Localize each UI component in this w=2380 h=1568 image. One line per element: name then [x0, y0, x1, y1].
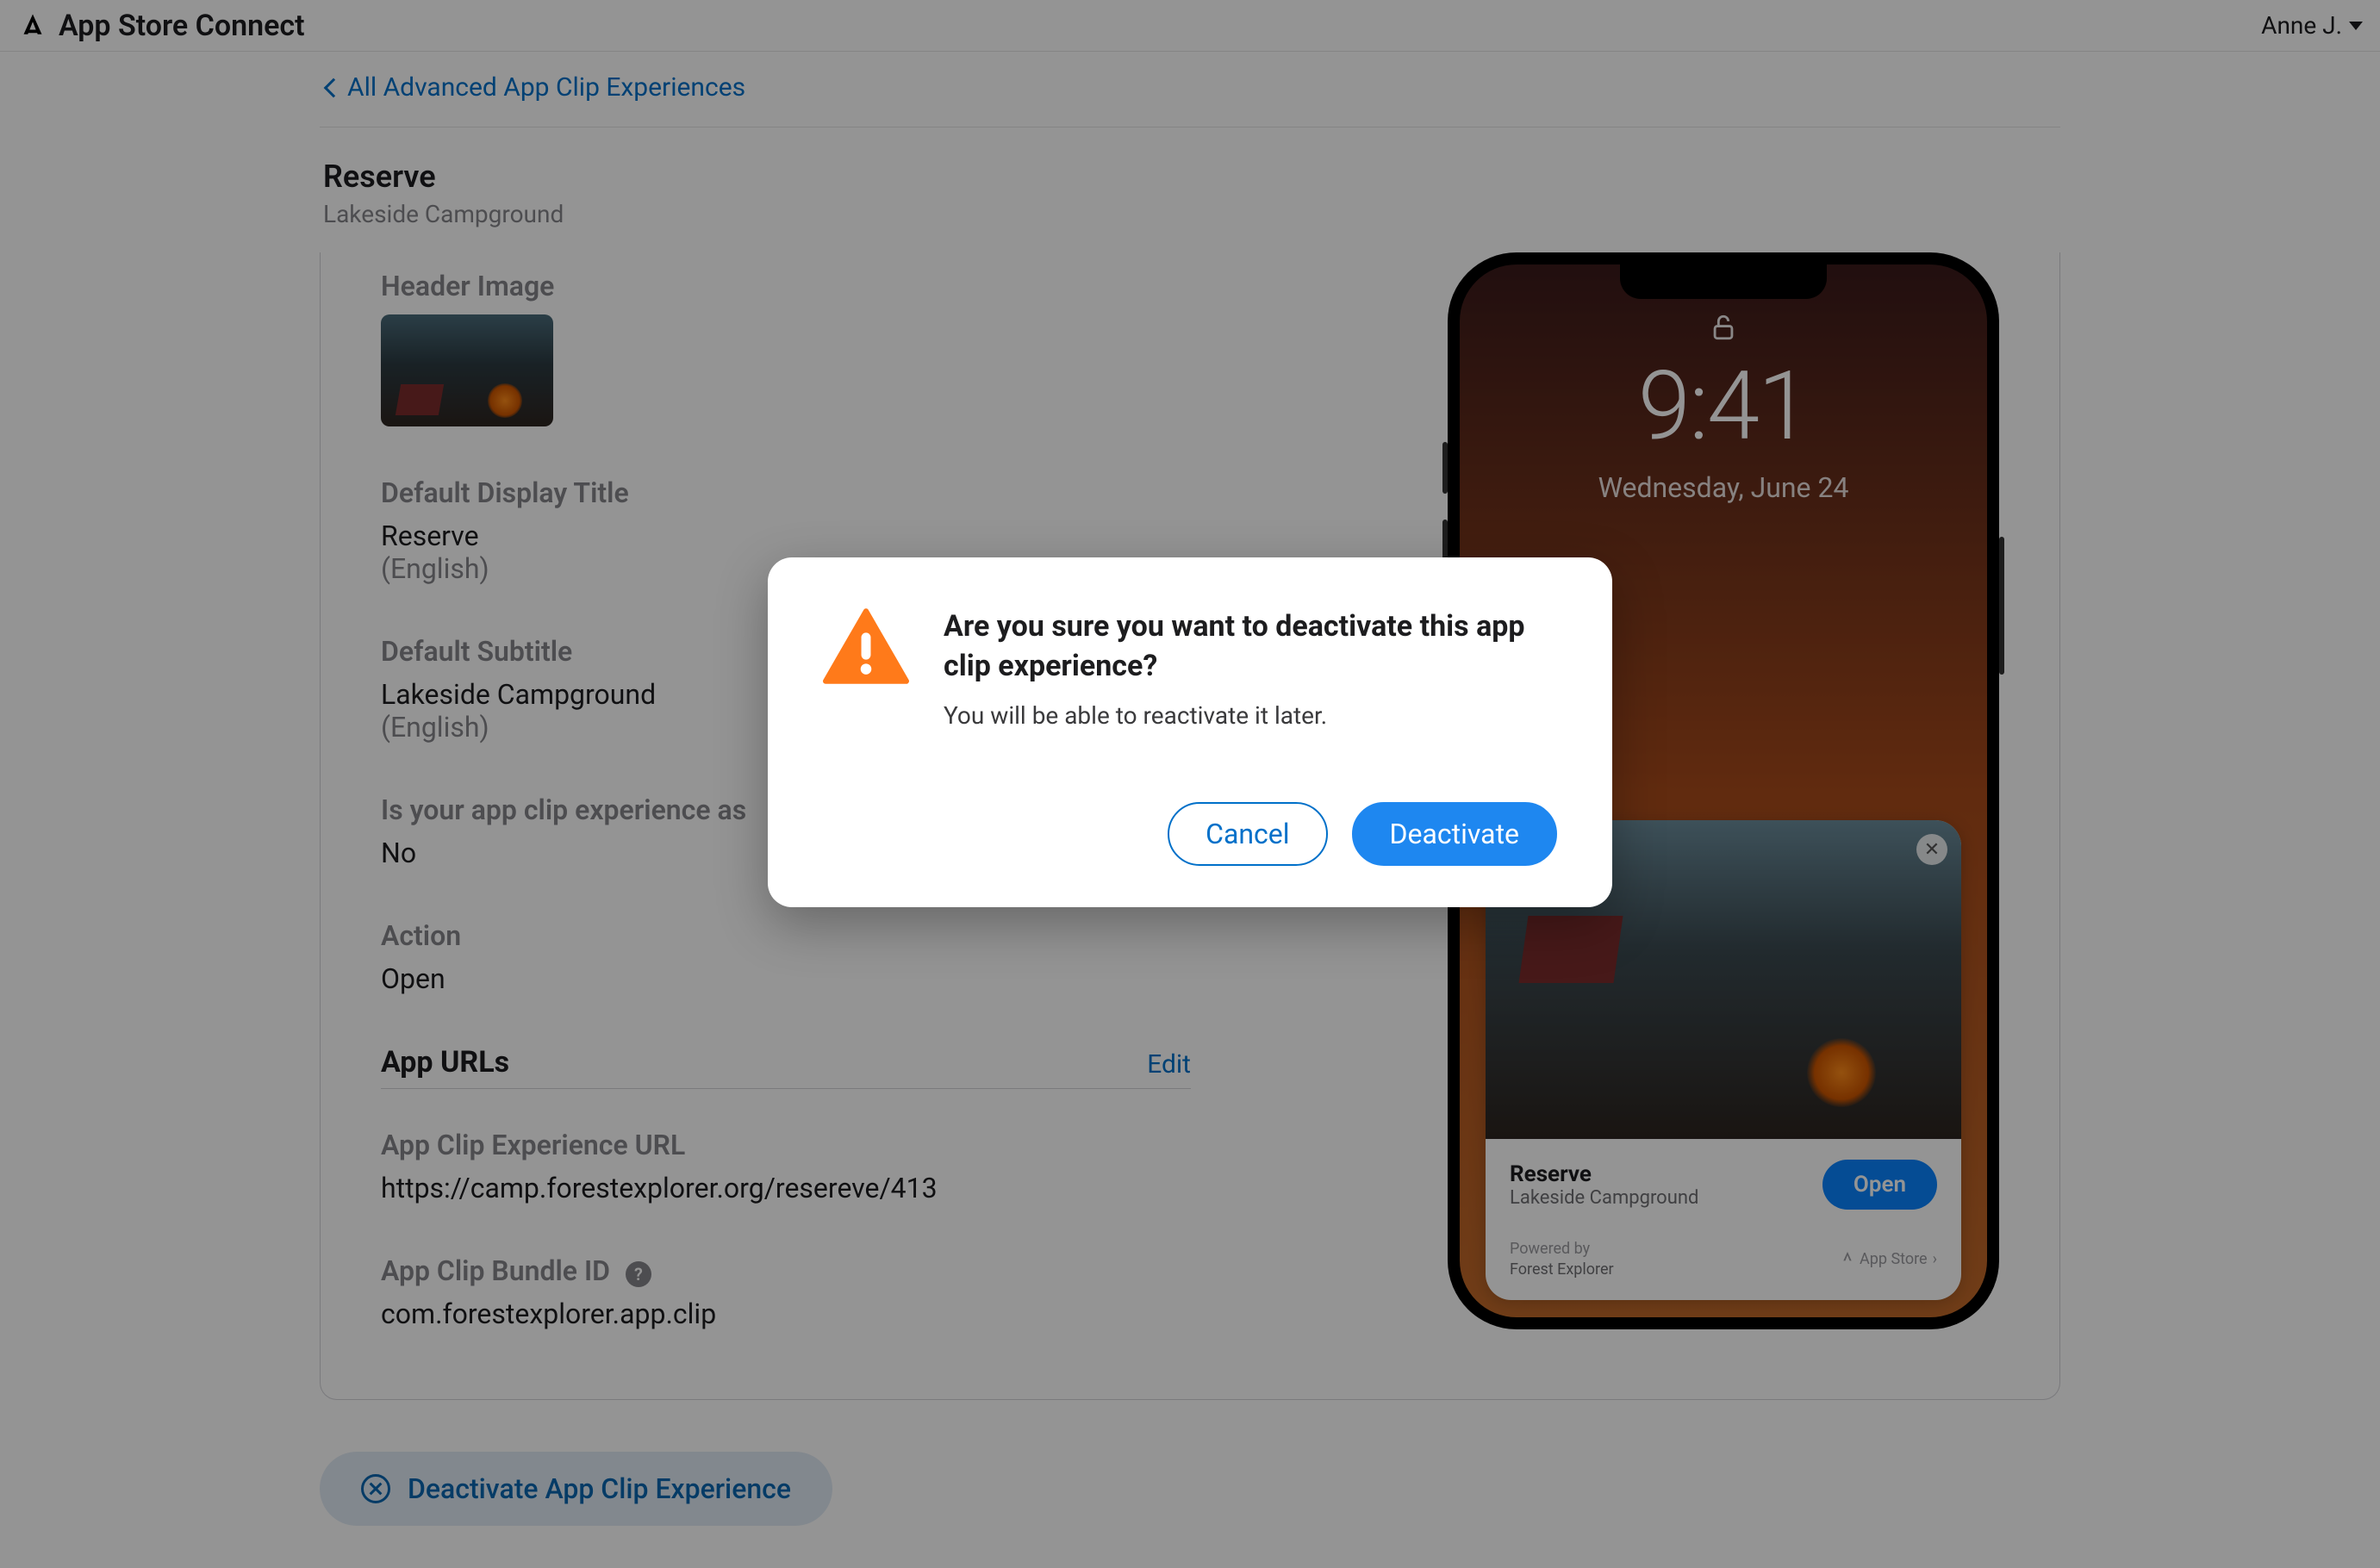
cancel-button[interactable]: Cancel [1168, 802, 1327, 866]
phone-notch [1620, 264, 1827, 299]
modal-overlay[interactable]: Are you sure you want to deactivate this… [0, 0, 2380, 1568]
confirm-deactivate-button[interactable]: Deactivate [1352, 802, 1557, 866]
modal-title: Are you sure you want to deactivate this… [944, 607, 1557, 687]
warning-icon [823, 607, 909, 685]
confirm-modal: Are you sure you want to deactivate this… [768, 557, 1612, 908]
modal-actions: Cancel Deactivate [823, 802, 1557, 866]
modal-body: Are you sure you want to deactivate this… [944, 607, 1557, 731]
modal-subtitle: You will be able to reactivate it later. [944, 701, 1557, 730]
